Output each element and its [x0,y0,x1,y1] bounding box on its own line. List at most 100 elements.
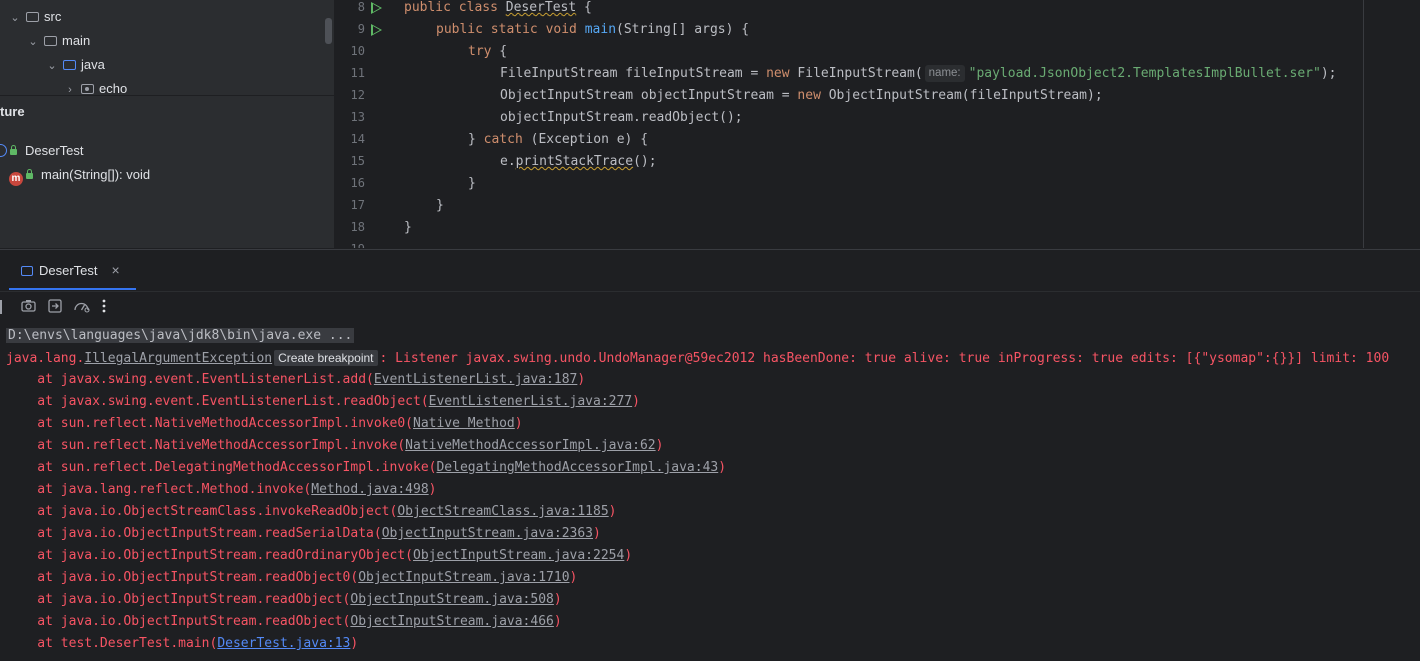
code-line-9: public static void main(String[] args) { [436,19,749,41]
line-number: 15 [350,154,365,168]
source-link[interactable]: DeserTest.java:13 [217,636,350,651]
scrollbar-thumb[interactable] [325,18,332,44]
code-text: } [404,220,412,235]
chevron-down-icon[interactable]: ⌄ [8,6,22,30]
code-line-11: FileInputStream fileInputStream = new Fi… [500,63,1336,85]
close-icon[interactable]: × [112,262,120,278]
code-text: { [576,0,592,15]
stack-frame: at javax.swing.event.EventListenerList.r… [6,391,640,413]
structure-class-item[interactable]: DeserTest [0,139,84,163]
frame-text: at sun.reflect.DelegatingMethodAccessorI… [6,460,437,475]
source-link[interactable]: ObjectStreamClass.java:1185 [397,504,608,519]
frame-text: ) [624,548,633,563]
keyword: public class [404,0,506,15]
stack-frame: at sun.reflect.NativeMethodAccessorImpl.… [6,435,663,457]
frame-text: at sun.reflect.NativeMethodAccessorImpl.… [6,416,413,431]
stack-frame: at java.io.ObjectInputStream.readSerialD… [6,523,601,545]
frame-text: ) [718,460,727,475]
frame-text: at java.io.ObjectInputStream.readObject( [6,592,351,607]
chevron-down-icon[interactable]: ⌄ [45,54,59,78]
code-line-10: try { [468,41,507,63]
more-icon[interactable] [101,299,107,317]
code-text: { [491,44,508,59]
structure-method-label: main(String[]): void [41,167,151,182]
run-tab-bar: DeserTest × [0,249,1420,292]
string-literal: "payload.JsonObject2.TemplatesImplBullet… [968,66,1321,81]
stack-frame: at java.lang.reflect.Method.invoke(Metho… [6,479,436,501]
run-icon[interactable] [371,24,382,36]
source-folder-icon [63,60,76,70]
lock-icon [10,145,17,155]
tree-item-java[interactable]: ⌄ java [45,53,105,78]
source-link[interactable]: ObjectInputStream.java:2363 [382,526,593,541]
source-link[interactable]: ObjectInputStream.java:508 [350,592,554,607]
code-editor[interactable]: 8 9 10 11 12 13 14 15 16 17 18 19 public… [335,0,1420,248]
tree-item-main[interactable]: ⌄ main [26,29,90,53]
tree-item-src[interactable]: ⌄ src [8,5,61,29]
code-line-13: objectInputStream.readObject(); [500,107,743,129]
frame-text: at test.DeserTest.main( [6,636,218,651]
camera-icon[interactable] [21,299,36,317]
source-link[interactable]: EventListenerList.java:187 [374,372,578,387]
code-line-8: public class DeserTest { [404,0,592,19]
right-margin-guide [1363,0,1364,248]
chevron-right-icon[interactable]: › [63,78,77,95]
line-number: 16 [350,176,365,190]
frame-text: ) [514,416,523,431]
exception-message: : Listener javax.swing.undo.UndoManager@… [379,351,1390,366]
line-number: 9 [357,22,365,36]
create-breakpoint-button[interactable]: Create breakpoint [274,350,378,366]
code-line-18: } [404,217,412,239]
source-link[interactable]: ObjectInputStream.java:2254 [413,548,624,563]
code-text: (String[] args) { [616,22,750,37]
run-icon[interactable] [371,2,382,14]
package-icon [81,84,94,94]
editor-gutter: 8 9 10 11 12 13 14 15 16 17 18 19 [335,0,401,248]
frame-text: at java.io.ObjectStreamClass.invokeReadO… [6,504,398,519]
frame-text: at java.io.ObjectInputStream.readOrdinar… [6,548,413,563]
source-link[interactable]: Method.java:498 [311,482,428,497]
frame-text: ) [350,636,359,651]
toolbar-edge-icon [0,300,2,314]
tree-item-label: main [62,33,91,48]
code-line-15: e.printStackTrace(); [500,151,657,173]
frame-text: at sun.reflect.NativeMethodAccessorImpl.… [6,438,406,453]
source-link[interactable]: Native Method [413,416,515,431]
panel-divider [0,95,334,96]
tab-desertest[interactable]: DeserTest × [9,250,136,290]
keyword: catch [483,132,523,147]
source-link[interactable]: ObjectInputStream.java:466 [350,614,554,629]
exit-icon[interactable] [48,299,62,317]
code-text: objectInputStream.readObject(); [500,110,743,125]
console-output[interactable]: D:\envs\languages\java\jdk8\bin\java.exe… [0,325,1420,661]
line-number: 19 [335,242,365,248]
keyword: public static void [436,22,585,37]
stack-frame: at javax.swing.event.EventListenerList.a… [6,369,585,391]
folder-icon [44,36,57,46]
source-link[interactable]: EventListenerList.java:277 [429,394,633,409]
frame-text: at java.io.ObjectInputStream.readObject( [6,614,351,629]
code-text: ); [1320,66,1337,81]
command-text[interactable]: D:\envs\languages\java\jdk8\bin\java.exe… [6,328,355,343]
stack-frame: at java.io.ObjectInputStream.readObject0… [6,567,577,589]
structure-title: ture [0,104,25,119]
source-link[interactable]: NativeMethodAccessorImpl.java:62 [405,438,655,453]
code-line-16: } [468,173,476,195]
run-toolbar [0,291,1420,323]
stack-frame: at test.DeserTest.main(DeserTest.java:13… [6,633,358,655]
tree-item-echo[interactable]: › echo [63,77,127,95]
stack-frame: at sun.reflect.DelegatingMethodAccessorI… [6,457,726,479]
console-command-line: D:\envs\languages\java\jdk8\bin\java.exe… [6,325,355,347]
stack-frame: at java.io.ObjectInputStream.readObject(… [6,611,561,633]
exception-link[interactable]: IllegalArgumentException [84,351,272,366]
chevron-down-icon[interactable]: ⌄ [26,30,40,54]
source-link[interactable]: DelegatingMethodAccessorImpl.java:43 [436,460,718,475]
structure-method-item[interactable]: m main(String[]): void [9,163,150,187]
method-name: main [584,22,617,37]
line-number: 11 [350,66,365,80]
frame-text: ) [428,482,437,497]
source-link[interactable]: ObjectInputStream.java:1710 [358,570,569,585]
class-icon [0,144,7,157]
tree-item-label: java [81,57,105,72]
gauge-icon[interactable] [73,299,90,317]
